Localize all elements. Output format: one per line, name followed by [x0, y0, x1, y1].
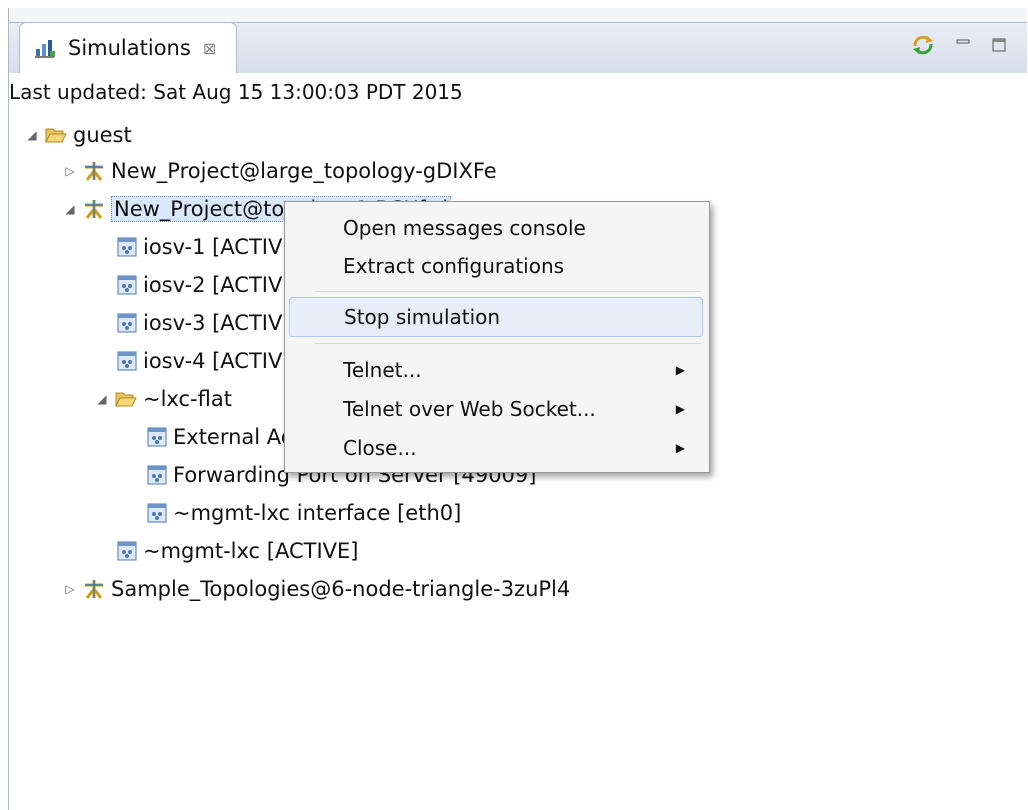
menu-item-label: Telnet...	[343, 358, 422, 382]
tree-node-label: iosv-4 [ACTIVE]	[143, 349, 304, 373]
view-toolbar	[911, 34, 1007, 60]
collapsed-twisty-icon[interactable]: ▷	[61, 582, 79, 596]
simulations-view-icon	[34, 37, 56, 59]
node-icon	[117, 237, 137, 257]
tree-node-project-large[interactable]: ▷ New_Project@large_topology-gDIXFe	[61, 154, 497, 188]
tree-node-label: Sample_Topologies@6-node-triangle-3zuPl4	[111, 577, 571, 601]
tree-node-sample-topologies[interactable]: ▷ Sample_Topologies@6-node-triangle-3zuP…	[61, 572, 570, 606]
menu-item-open-messages-console[interactable]: Open messages console	[289, 208, 703, 248]
topology-icon	[83, 198, 105, 220]
submenu-arrow-icon: ▶	[675, 441, 685, 455]
maximize-icon[interactable]	[991, 37, 1007, 57]
expanded-twisty-icon[interactable]: ◢	[61, 202, 79, 216]
tree-node-label: ~mgmt-lxc [ACTIVE]	[143, 539, 359, 563]
folder-open-icon	[115, 390, 137, 408]
menu-item-close[interactable]: Close... ▶	[289, 428, 703, 468]
submenu-arrow-icon: ▶	[675, 402, 685, 416]
tree-node-iosv4[interactable]: iosv-4 [ACTIVE]	[117, 344, 304, 378]
close-tab-icon[interactable]: ⊠	[203, 39, 216, 58]
node-icon	[117, 541, 137, 561]
context-menu: Open messages console Extract configurat…	[284, 201, 710, 473]
menu-separator	[315, 291, 701, 292]
menu-item-label: Telnet over Web Socket...	[343, 397, 596, 421]
expanded-twisty-icon[interactable]: ◢	[93, 392, 111, 406]
tree-node-mgmt-interface[interactable]: ~mgmt-lxc interface [eth0]	[147, 496, 461, 530]
tree-node-iosv2[interactable]: iosv-2 [ACTIVE]	[117, 268, 304, 302]
node-icon	[117, 275, 137, 295]
node-icon	[117, 351, 137, 371]
menu-item-label: Stop simulation	[344, 305, 501, 329]
node-icon	[147, 503, 167, 523]
last-updated-status: Last updated: Sat Aug 15 13:00:03 PDT 20…	[9, 80, 463, 104]
menu-separator	[315, 343, 701, 344]
menu-item-telnet-web-socket[interactable]: Telnet over Web Socket... ▶	[289, 389, 703, 429]
menu-item-label: Close...	[343, 436, 417, 460]
submenu-arrow-icon: ▶	[675, 363, 685, 377]
tree-node-label: iosv-3 [ACTIVE]	[143, 311, 304, 335]
minimize-icon[interactable]	[955, 37, 971, 57]
tree-node-mgmt-lxc[interactable]: ~mgmt-lxc [ACTIVE]	[117, 534, 358, 568]
tree-node-label: iosv-1 [ACTIVE]	[143, 235, 304, 259]
expanded-twisty-icon[interactable]: ◢	[23, 128, 41, 142]
tree-node-label: ~lxc-flat	[143, 387, 232, 411]
topology-icon	[83, 578, 105, 600]
sync-icon[interactable]	[911, 34, 935, 60]
folder-open-icon	[45, 126, 67, 144]
menu-item-label: Open messages console	[343, 216, 586, 240]
topology-icon	[83, 160, 105, 182]
tree-node-label: guest	[73, 123, 132, 147]
tree-node-label: ~mgmt-lxc interface [eth0]	[173, 501, 462, 525]
node-icon	[147, 465, 167, 485]
tree-node-label: New_Project@large_topology-gDIXFe	[111, 159, 497, 183]
tab-simulations[interactable]: Simulations ⊠	[19, 22, 237, 73]
tree-node-guest[interactable]: ◢ guest	[23, 118, 132, 152]
tree-node-iosv1[interactable]: iosv-1 [ACTIVE]	[117, 230, 304, 264]
tree-node-label: iosv-2 [ACTIVE]	[143, 273, 304, 297]
menu-item-label: Extract configurations	[343, 254, 565, 278]
tree-node-iosv3[interactable]: iosv-3 [ACTIVE]	[117, 306, 304, 340]
tab-title: Simulations	[68, 36, 191, 60]
menu-item-stop-simulation[interactable]: Stop simulation	[289, 297, 703, 337]
tree-node-lxc-flat[interactable]: ◢ ~lxc-flat	[93, 382, 232, 416]
node-icon	[147, 427, 167, 447]
node-icon	[117, 313, 137, 333]
menu-item-extract-configurations[interactable]: Extract configurations	[289, 246, 703, 286]
collapsed-twisty-icon[interactable]: ▷	[61, 164, 79, 178]
menu-item-telnet[interactable]: Telnet... ▶	[289, 350, 703, 390]
